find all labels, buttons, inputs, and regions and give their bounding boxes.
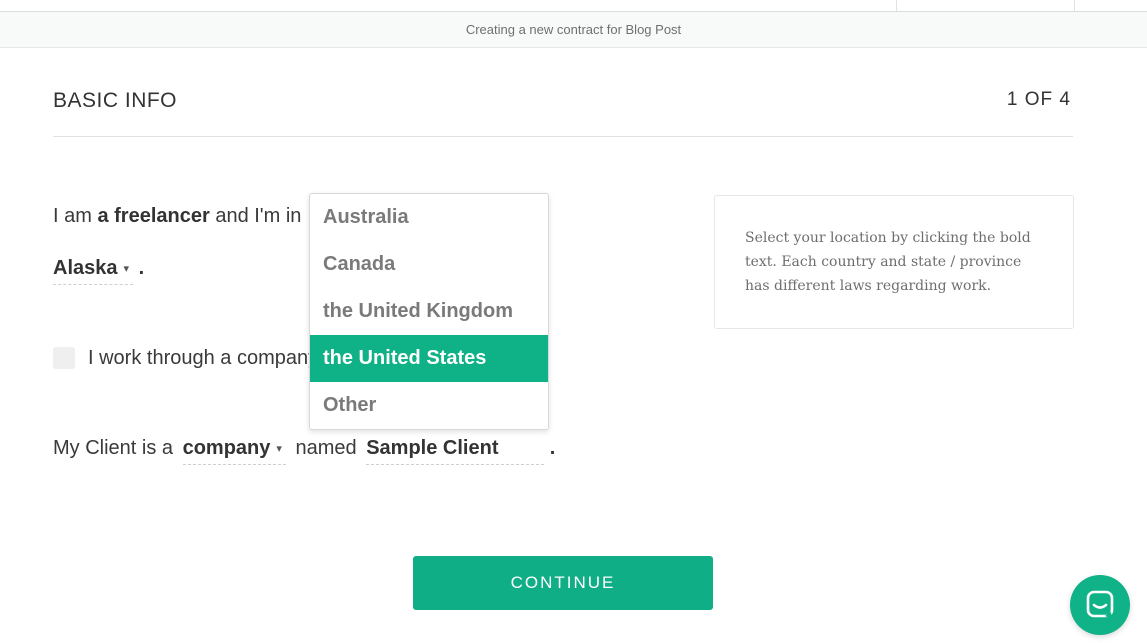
section-divider [53, 136, 1073, 137]
state-value: Alaska [53, 257, 118, 279]
client-type-select[interactable]: company ▾ [182, 437, 286, 465]
sentence-period: . [138, 257, 145, 279]
location-option[interactable]: Other [310, 382, 548, 429]
client-mid: named [295, 437, 357, 459]
company-checkbox-label: I work through a company [88, 347, 319, 369]
location-option[interactable]: Australia [310, 194, 548, 241]
client-prefix: My Client is a [53, 437, 174, 459]
caret-down-icon: ▾ [276, 443, 282, 456]
location-option-selected[interactable]: the United States [310, 335, 548, 382]
step-indicator: 1 OF 4 [1006, 89, 1071, 110]
chat-launcher-button[interactable] [1070, 575, 1130, 635]
role-selector[interactable]: a freelancer [97, 205, 209, 227]
client-type-value: company [182, 437, 271, 459]
top-nav-bar [0, 0, 1147, 12]
sentence-period: . [549, 437, 556, 459]
role-prefix: I am [53, 205, 92, 227]
section-title: BASIC INFO [53, 89, 178, 112]
location-dropdown[interactable]: Australia Canada the United Kingdom the … [309, 193, 549, 430]
client-sentence: My Client is a company ▾ named Sample Cli… [53, 437, 555, 465]
nav-divider [1074, 0, 1075, 11]
role-sentence: I am a freelancer and I'm in [53, 205, 301, 228]
client-name-input[interactable]: Sample Client [366, 437, 545, 465]
company-checkbox[interactable] [53, 347, 75, 369]
state-select[interactable]: Alaska ▾ [53, 257, 134, 285]
chat-bubble-icon [1086, 590, 1114, 619]
location-option[interactable]: the United Kingdom [310, 288, 548, 335]
caret-down-icon: ▾ [123, 263, 130, 276]
contract-subheader: Creating a new contract for Blog Post [0, 12, 1147, 48]
location-option[interactable]: Canada [310, 241, 548, 288]
continue-button[interactable]: CONTINUE [413, 556, 713, 610]
location-hint: Select your location by clicking the bol… [714, 195, 1074, 329]
state-sentence: Alaska ▾ . [53, 257, 144, 285]
location-prefix: and I'm in [215, 205, 302, 227]
nav-divider [896, 0, 897, 11]
